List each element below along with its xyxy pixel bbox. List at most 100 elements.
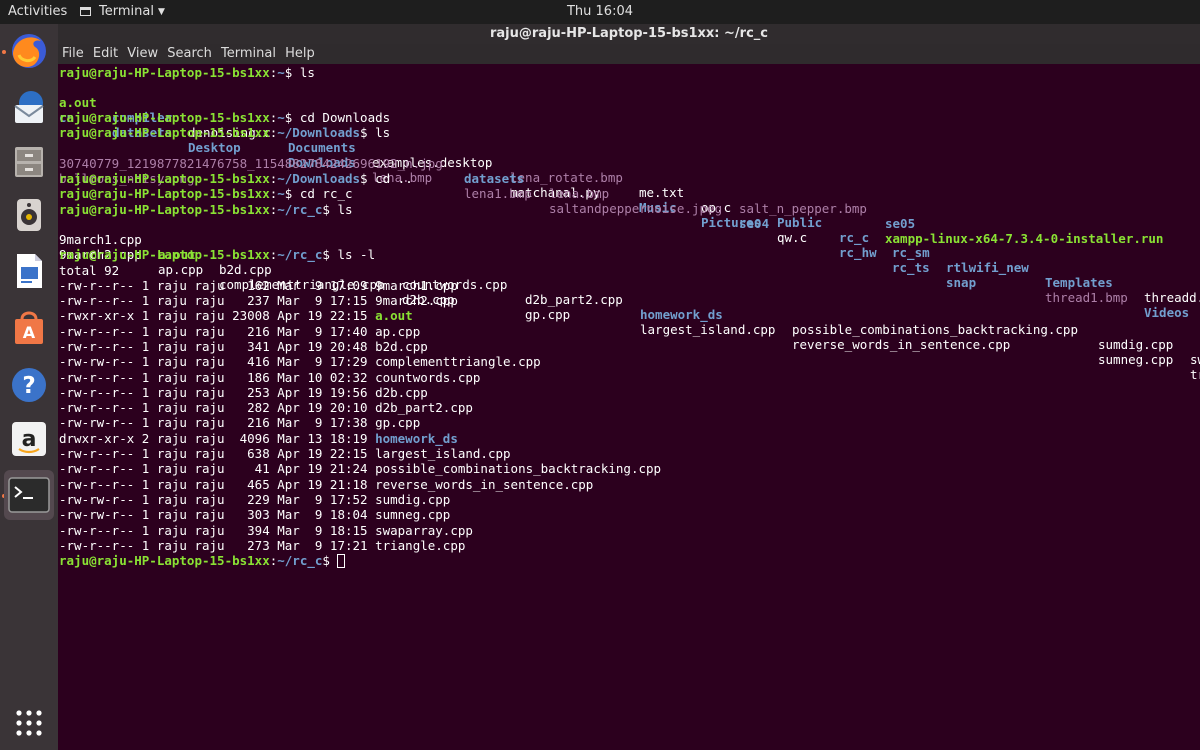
file-name: sumdig.cpp: [375, 492, 451, 507]
file-name: complementtriangle.cpp: [375, 354, 541, 369]
dir-entry: snap: [946, 275, 977, 290]
menu-terminal[interactable]: Terminal: [220, 46, 277, 61]
file-entry: sw: [1190, 352, 1200, 367]
listing-row: -rw-r--r-- 1 raju raju 253 Apr 19 19:56 …: [59, 385, 428, 400]
prompt-line: raju@raju-HP-Laptop-15-bs1xx:~/rc_c$ ls …: [59, 247, 376, 262]
listing-row: -rw-rw-r-- 1 raju raju 303 Mar 9 18:04 s…: [59, 507, 450, 522]
file-entry: sumdig.cpp: [1098, 337, 1174, 352]
file-meta: -rw-r--r-- 1 raju raju 282 Apr 19 20:10: [59, 400, 376, 415]
svg-text:A: A: [23, 323, 36, 342]
dir-entry: homework_ds: [640, 307, 723, 322]
listing-row: -rw-r--r-- 1 raju raju 394 Mar 9 18:15 s…: [59, 523, 473, 538]
svg-text:a: a: [22, 427, 37, 452]
file-meta: drwxr-xr-x 2 raju raju 4096 Mar 13 18:19: [59, 431, 376, 446]
file-entry: lena1.bmp: [464, 186, 532, 201]
file-meta: -rw-r--r-- 1 raju raju 216 Mar 9 17:40: [59, 324, 376, 339]
file-meta: -rw-r--r-- 1 raju raju 273 Mar 9 17:21: [59, 538, 376, 553]
prompt-line: raju@raju-HP-Laptop-15-bs1xx:~/Downloads…: [59, 125, 391, 140]
file-name: countwords.cpp: [375, 370, 481, 385]
menu-file[interactable]: File: [61, 46, 85, 61]
dir-entry: datasets: [464, 171, 525, 186]
file-entry: lena_rotate.bmp: [510, 170, 623, 185]
app-menu-label: Terminal: [99, 4, 154, 19]
file-name: sumneg.cpp: [375, 507, 451, 522]
menu-view[interactable]: View: [126, 46, 159, 61]
file-entry: threadd.: [1144, 290, 1200, 305]
activities-button[interactable]: Activities: [8, 4, 67, 19]
file-entry: me.txt: [639, 185, 685, 200]
menu-edit[interactable]: Edit: [92, 46, 119, 61]
prompt-user: raju@raju-HP-Laptop-15-bs1xx: [59, 247, 270, 262]
ls-output-row: balloons_noisy.png lena1.bmp saltandpepp…: [59, 156, 1200, 246]
clock[interactable]: Thu 16:04: [567, 4, 633, 19]
show-apps-icon[interactable]: [6, 700, 52, 746]
dir-entry: rtlwifi_new: [946, 260, 1029, 275]
menu-search[interactable]: Search: [166, 46, 213, 61]
window-title-bar[interactable]: raju@raju-HP-Laptop-15-bs1xx: ~/rc_c: [58, 24, 1200, 44]
prompt-path: ~/rc_c: [277, 202, 323, 217]
dock: A ? a: [0, 24, 58, 750]
rhythmbox-icon[interactable]: [6, 192, 52, 238]
listing-row: -rw-r--r-- 1 raju raju 273 Mar 9 17:21 t…: [59, 538, 465, 553]
prompt-line: raju@raju-HP-Laptop-15-bs1xx:~$ ls: [59, 65, 315, 80]
dir-entry: Templates: [1045, 275, 1113, 290]
amazon-icon[interactable]: a: [6, 416, 52, 462]
files-icon[interactable]: [6, 138, 52, 184]
file-entry: gp.cpp: [525, 307, 571, 322]
command-text: ls -l: [337, 247, 376, 262]
file-meta: -rw-r--r-- 1 raju raju 394 Mar 9 18:15: [59, 523, 376, 538]
file-entry: d2b_part2.cpp: [525, 292, 623, 307]
listing-row: -rw-r--r-- 1 raju raju 638 Apr 19 22:15 …: [59, 446, 511, 461]
prompt-path: ~: [277, 110, 285, 125]
app-menu[interactable]: Terminal ▼: [80, 4, 165, 19]
command-text: cd rc_c: [299, 186, 353, 201]
file-entry: salt_n_pepper.bmp: [739, 201, 867, 216]
dir-entry: rc_hw: [839, 245, 877, 260]
thunderbird-icon[interactable]: [6, 84, 52, 130]
listing-row: -rw-r--r-- 1 raju raju 162 Mar 9 17:09 9…: [59, 278, 458, 293]
listing-row: -rw-rw-r-- 1 raju raju 416 Mar 9 17:29 c…: [59, 354, 541, 369]
file-entry: reverse_words_in_sentence.cpp: [792, 337, 1011, 352]
firefox-icon[interactable]: [6, 28, 52, 74]
file-meta: -rw-r--r-- 1 raju raju 341 Apr 19 20:48: [59, 339, 376, 354]
prompt-line: raju@raju-HP-Laptop-15-bs1xx:~$ cd rc_c: [59, 186, 353, 201]
prompt-line: raju@raju-HP-Laptop-15-bs1xx:~/rc_c$ ls: [59, 202, 353, 217]
command-text: cd Downloads: [299, 110, 391, 125]
file-meta: -rw-r--r-- 1 raju raju 162 Mar 9 17:09: [59, 278, 376, 293]
prompt-user: raju@raju-HP-Laptop-15-bs1xx: [59, 171, 270, 186]
ls-output-row: cn datasets Desktop Downloads lena.bmp m…: [59, 95, 1200, 320]
command-text: ls: [375, 125, 391, 140]
file-meta: -rwxr-xr-x 1 raju raju 23008 Apr 19 22:1…: [59, 308, 376, 323]
libreoffice-impress-icon[interactable]: [6, 248, 52, 294]
total-line: total 92: [59, 263, 120, 278]
file-name: 9march1.cpp: [375, 278, 458, 293]
file-name: reverse_words_in_sentence.cpp: [375, 477, 594, 492]
command-text: ls: [337, 202, 353, 217]
terminal-icon[interactable]: [4, 470, 54, 520]
file-name: 9march2.cpp: [375, 293, 458, 308]
file-entry: largest_island.cpp: [640, 322, 776, 337]
help-icon[interactable]: ?: [6, 362, 52, 408]
file-meta: -rw-r--r-- 1 raju raju 237 Mar 9 17:15: [59, 293, 376, 308]
file-name: ap.cpp: [375, 324, 421, 339]
ls-output-row: a.out compiler denoising.c Documents exa…: [59, 80, 1200, 305]
prompt-path: ~: [277, 186, 285, 201]
listing-row: -rw-r--r-- 1 raju raju 186 Mar 10 02:32 …: [59, 370, 480, 385]
command-text: cd ..: [375, 171, 413, 186]
menu-help[interactable]: Help: [284, 46, 316, 61]
text-cursor[interactable]: [337, 554, 346, 568]
prompt-user: raju@raju-HP-Laptop-15-bs1xx: [59, 125, 270, 140]
listing-row: -rwxr-xr-x 1 raju raju 23008 Apr 19 22:1…: [59, 308, 413, 323]
prompt-path: ~/Downloads: [277, 125, 361, 140]
prompt-path: ~/rc_c: [277, 247, 323, 262]
file-name: triangle.cpp: [375, 538, 466, 553]
file-name: homework_ds: [375, 431, 458, 446]
menu-bar: File Edit View Search Terminal Help: [58, 44, 1200, 64]
file-meta: -rw-rw-r-- 1 raju raju 416 Mar 9 17:29: [59, 354, 376, 369]
software-center-icon[interactable]: A: [6, 304, 52, 350]
file-name: swaparray.cpp: [375, 523, 473, 538]
listing-row: -rw-r--r-- 1 raju raju 341 Apr 19 20:48 …: [59, 339, 428, 354]
file-entry: b2d.cpp: [219, 262, 272, 277]
terminal-output[interactable]: raju@raju-HP-Laptop-15-bs1xx:~$ ls a.out…: [58, 64, 1200, 750]
file-entry: sumneg.cpp: [1098, 352, 1174, 367]
